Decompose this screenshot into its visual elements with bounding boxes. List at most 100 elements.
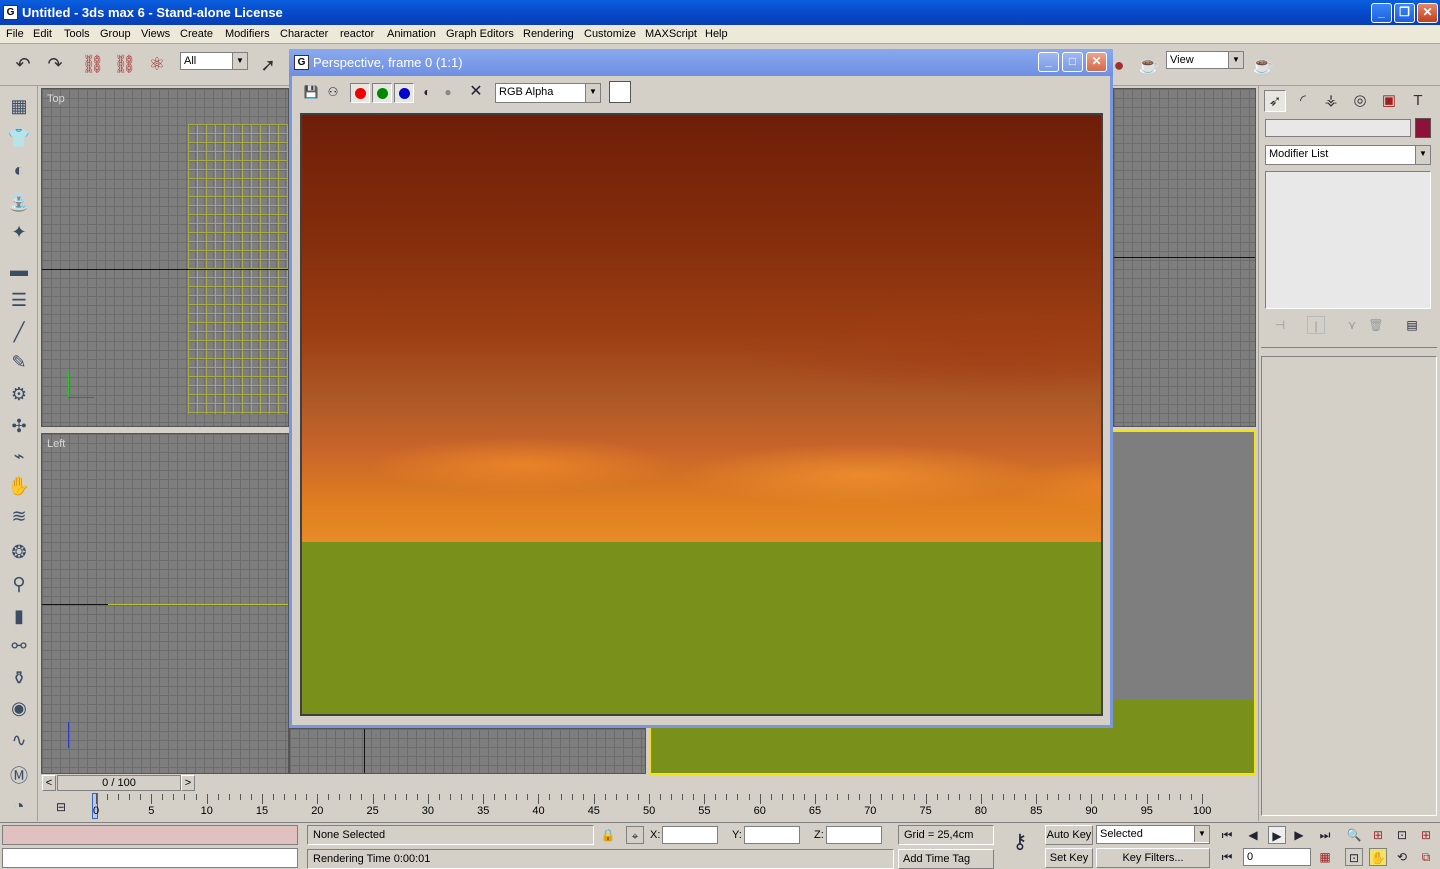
water-icon[interactable]: ✋ [6, 474, 32, 498]
motion-tab-icon[interactable]: ◎ [1349, 90, 1371, 112]
go-to-start-icon[interactable]: ⏮ [1218, 826, 1236, 844]
make-unique-icon[interactable]: ⋎ [1343, 316, 1361, 334]
arc-rotate-icon[interactable]: ⟲ [1393, 848, 1411, 866]
menu-graph-editors[interactable]: Graph Editors [446, 28, 514, 40]
modifier-stack-list[interactable] [1265, 171, 1431, 309]
key-icon[interactable]: ⚷ [1005, 832, 1035, 852]
auto-key-button[interactable]: Auto Key [1045, 825, 1093, 845]
menu-rendering[interactable]: Rendering [523, 28, 574, 40]
motor-icon[interactable]: ✎ [6, 350, 32, 374]
time-configuration-icon[interactable]: ▦ [1316, 848, 1334, 866]
dashpot-icon[interactable]: ╱ [6, 320, 32, 344]
deforming-mesh-icon[interactable]: ⛲ [6, 190, 32, 214]
add-time-tag-button[interactable]: Add Time Tag [898, 849, 994, 869]
set-key-button[interactable]: Set Key [1045, 848, 1093, 868]
menu-file[interactable]: File [6, 28, 24, 40]
region-zoom-icon[interactable]: ⊡ [1345, 848, 1363, 866]
rigid-body-icon[interactable]: ▦ [6, 94, 32, 118]
play-icon[interactable]: ▶ [1268, 826, 1286, 844]
menu-reactor[interactable]: reactor [340, 28, 374, 40]
utilities-tab-icon[interactable]: T [1407, 90, 1429, 112]
menu-views[interactable]: Views [141, 28, 170, 40]
mini-listener-icon[interactable]: ◔ [6, 794, 32, 818]
object-color-swatch[interactable] [1415, 118, 1431, 138]
minimize-button[interactable]: _ [1371, 3, 1392, 23]
menu-edit[interactable]: Edit [33, 28, 52, 40]
object-name-field[interactable] [1265, 119, 1411, 137]
render-close-button[interactable]: ✕ [1086, 52, 1107, 72]
menu-character[interactable]: Character [280, 28, 328, 40]
render-window-app-icon[interactable]: G [294, 55, 309, 70]
menu-tools[interactable]: Tools [64, 28, 90, 40]
teapot-render-icon[interactable]: ☕ [1250, 52, 1276, 78]
unlink-selection-icon[interactable]: ⛓ [112, 51, 138, 77]
maxscript-listener-white[interactable] [2, 848, 298, 868]
configure-sets-icon[interactable]: ▤ [1403, 316, 1421, 334]
soft-body-icon[interactable]: ◐ [6, 158, 32, 182]
zoom-extents-icon[interactable]: ⊡ [1393, 826, 1411, 844]
pan-icon[interactable]: ✋ [1369, 848, 1387, 866]
absolute-mode-icon[interactable]: ⌖ [626, 826, 644, 844]
display-tab-icon[interactable]: ▣ [1378, 90, 1400, 112]
zoom-icon[interactable]: 🔍 [1345, 826, 1363, 844]
alpha-channel-icon[interactable]: ◐ [418, 83, 436, 101]
viewport-front[interactable] [1113, 88, 1256, 427]
color-swatch[interactable] [609, 81, 631, 103]
undo-icon[interactable]: ↶ [10, 51, 36, 77]
maximize-viewport-icon[interactable]: ⧉ [1417, 848, 1435, 866]
menu-customize[interactable]: Customize [584, 28, 636, 40]
modifier-list-dropdown[interactable]: Modifier List ▼ [1265, 145, 1431, 165]
car-wheel-icon[interactable]: ◉ [6, 696, 32, 720]
red-channel-toggle[interactable] [350, 83, 370, 103]
cloth-icon[interactable]: 👕 [6, 126, 32, 150]
key-mode-toggle-icon[interactable]: ⏮ [1218, 848, 1236, 866]
blue-channel-toggle[interactable] [394, 83, 414, 103]
quick-render-icon[interactable]: ☕ [1136, 52, 1162, 78]
restore-button[interactable]: ❐ [1394, 3, 1415, 23]
time-slider-thumb[interactable]: 0 / 100 [57, 775, 181, 791]
menu-maxscript[interactable]: MAXScript [645, 28, 697, 40]
y-coordinate-field[interactable] [744, 826, 800, 844]
menu-create[interactable]: Create [180, 28, 213, 40]
spring-icon[interactable]: ☰ [6, 288, 32, 312]
clear-icon[interactable]: ✕ [467, 83, 485, 101]
viewport-top[interactable]: Top [41, 88, 289, 427]
hinge-icon[interactable]: ▮ [6, 604, 32, 628]
select-and-link-icon[interactable]: ⛓ [80, 51, 106, 77]
redo-icon[interactable]: ↷ [42, 51, 68, 77]
toy-car-icon[interactable]: ✣ [6, 414, 32, 438]
menu-help[interactable]: Help [705, 28, 728, 40]
channel-dropdown[interactable]: RGB Alpha ▼ [495, 83, 601, 103]
rope-icon[interactable]: ✦ [6, 220, 32, 244]
previous-frame-icon[interactable]: ◀ [1244, 826, 1262, 844]
current-frame-field[interactable]: 0 [1243, 848, 1311, 866]
prismatic-icon[interactable]: ⚱ [6, 666, 32, 690]
point-to-point-icon[interactable]: ⚯ [6, 634, 32, 658]
z-coordinate-field[interactable] [826, 826, 882, 844]
constraint-solver-icon[interactable]: ❂ [6, 540, 32, 564]
menu-group[interactable]: Group [100, 28, 131, 40]
viewport-label-top[interactable]: Top [47, 93, 65, 105]
modify-tab-icon[interactable]: ◜ [1292, 90, 1314, 112]
plane-icon[interactable]: ▬ [6, 258, 32, 282]
open-mini-curve-editor-icon[interactable]: ⊟ [52, 798, 70, 816]
x-coordinate-field[interactable] [662, 826, 718, 844]
render-maximize-button[interactable]: □ [1062, 52, 1083, 72]
selection-filter-dropdown[interactable]: All ▼ [180, 52, 248, 70]
maxscript-icon[interactable]: Ⓜ [6, 764, 32, 788]
selection-lock-icon[interactable]: 🔒 [599, 826, 617, 844]
pin-stack-icon[interactable]: ⊣ [1271, 316, 1289, 334]
viewport-label-left[interactable]: Left [47, 438, 65, 450]
close-button[interactable]: ✕ [1417, 3, 1438, 23]
wave-icon[interactable]: ≋ [6, 504, 32, 528]
monochrome-icon[interactable]: ● [439, 83, 457, 101]
menu-animation[interactable]: Animation [387, 28, 436, 40]
point-to-path-icon[interactable]: ∿ [6, 728, 32, 752]
clone-window-icon[interactable]: ⚇ [324, 83, 342, 101]
select-object-icon[interactable]: ➚ [255, 52, 281, 78]
time-slider-prev-button[interactable]: < [42, 775, 56, 791]
maxscript-listener-pink[interactable] [2, 825, 298, 845]
viewport-left-lower[interactable] [289, 728, 646, 774]
next-frame-icon[interactable]: ▶ [1290, 826, 1308, 844]
remove-modifier-icon[interactable]: 🗑 [1367, 316, 1385, 334]
